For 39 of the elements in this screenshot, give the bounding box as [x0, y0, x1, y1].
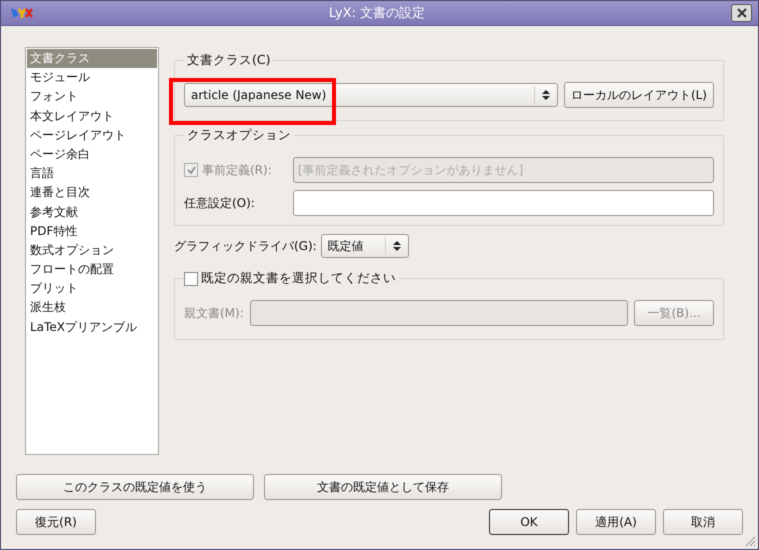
master-document-field[interactable] [250, 300, 628, 326]
group-label: クラスオプション [186, 127, 292, 144]
group-label: 既定の親文書を選択してください [201, 270, 396, 287]
sidebar-item[interactable]: LaTeXプリアンブル [27, 318, 157, 337]
close-button[interactable] [731, 4, 752, 22]
logo-icon [11, 7, 33, 19]
dialog-button[interactable]: 文書の既定値として保存 [264, 474, 502, 500]
field-label: 親文書(M): [184, 304, 244, 322]
group-label: 文書クラス(C) [186, 52, 272, 69]
resize-grip-icon[interactable] [744, 535, 756, 547]
sidebar-item[interactable]: フロートの配置 [27, 260, 157, 280]
sidebar-item[interactable]: 参考文献 [27, 202, 157, 222]
field-label: 事前定義(R): [202, 162, 272, 178]
graphics-driver-dropdown[interactable]: 既定値 [320, 234, 409, 258]
custom-options-field[interactable] [293, 190, 714, 216]
field-label: 任意設定(O): [184, 194, 256, 212]
dialog-button[interactable]: 取消 [663, 509, 743, 535]
spinner-arrows-icon [392, 240, 401, 252]
sidebar-item[interactable]: 本文レイアウト [27, 106, 157, 126]
window-title: LyX: 文書の設定 [328, 5, 426, 22]
sidebar-item[interactable]: 言語 [27, 164, 157, 184]
sidebar-item[interactable]: フォント [27, 87, 157, 107]
sidebar-item[interactable]: 数式オプション [27, 240, 157, 260]
dialog-button[interactable]: 適用(A) [576, 509, 656, 535]
field-label: グラフィックドライバ(G): [174, 238, 317, 254]
local-layout-button[interactable]: ローカルのレイアウト(L) [564, 82, 714, 108]
sidebar-item[interactable]: モジュール [27, 68, 157, 88]
sidebar-item[interactable]: ブリット [27, 279, 157, 298]
sidebar-item[interactable]: ページレイアウト [27, 126, 157, 145]
close-icon [736, 8, 746, 18]
sidebar-item[interactable]: 派生枝 [27, 298, 157, 318]
sidebar-item[interactable]: PDF特性 [27, 222, 157, 241]
spinner-arrows-icon [542, 89, 550, 101]
sidebar-item[interactable]: ページ余白 [27, 144, 157, 164]
dialog-button[interactable]: OK [489, 509, 569, 535]
sidebar-item[interactable]: 連番と目次 [27, 183, 157, 202]
dialog-button[interactable]: このクラスの既定値を使う [16, 474, 254, 500]
dialog-button[interactable]: 復元(R) [16, 509, 96, 535]
class-dropdown[interactable]: article (Japanese New) [184, 83, 558, 107]
